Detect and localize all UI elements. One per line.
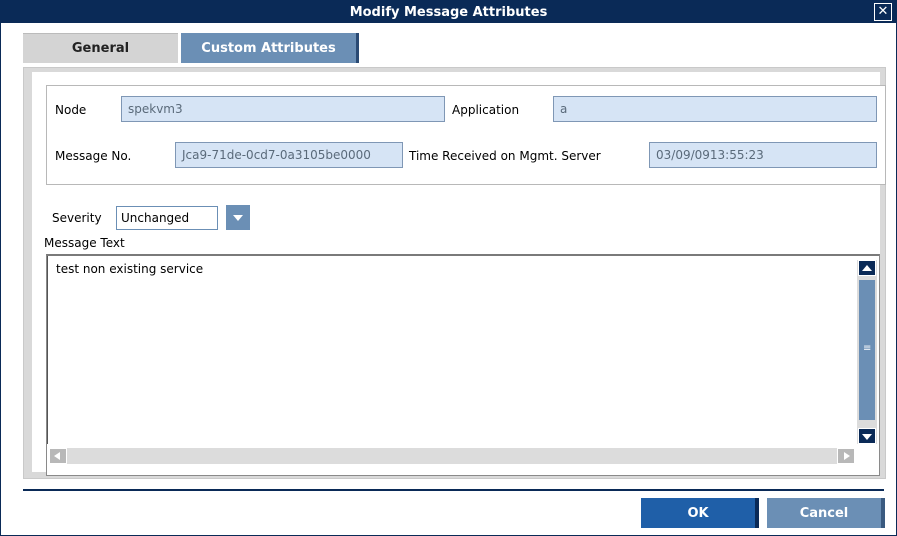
tab-strip: General Custom Attributes xyxy=(1,23,896,67)
title-bar: Modify Message Attributes ✕ xyxy=(1,1,896,23)
dialog-window: Modify Message Attributes ✕ General Cust… xyxy=(0,0,897,536)
vertical-scrollbar[interactable]: ≡ xyxy=(857,260,877,444)
application-field[interactable]: a xyxy=(553,96,877,122)
tab-general[interactable]: General xyxy=(23,33,178,63)
time-received-field[interactable]: 03/09/0913:55:23 xyxy=(649,142,877,168)
message-text-area-container: test non existing service ≡ xyxy=(46,254,880,476)
ok-button[interactable]: OK xyxy=(641,498,759,528)
scroll-left-icon[interactable] xyxy=(49,448,67,464)
message-info-group: Node spekvm3 Application a Message No. J… xyxy=(46,85,886,185)
application-label: Application xyxy=(452,103,520,117)
time-received-label: Time Received on Mgmt. Server xyxy=(409,149,601,163)
cancel-button[interactable]: Cancel xyxy=(767,498,885,528)
dialog-title: Modify Message Attributes xyxy=(349,4,548,20)
vertical-scroll-thumb[interactable]: ≡ xyxy=(859,280,875,420)
scroll-down-icon[interactable] xyxy=(858,428,876,444)
horizontal-scrollbar[interactable] xyxy=(49,448,855,464)
node-field[interactable]: spekvm3 xyxy=(121,96,445,122)
severity-label: Severity xyxy=(52,211,102,225)
tab-custom-attributes[interactable]: Custom Attributes xyxy=(181,33,359,63)
scroll-up-icon[interactable] xyxy=(858,260,876,276)
message-text-area[interactable]: test non existing service xyxy=(47,256,857,444)
footer-divider xyxy=(23,489,884,491)
scroll-right-icon[interactable] xyxy=(837,448,855,464)
grip-icon: ≡ xyxy=(863,343,872,354)
severity-select[interactable]: Unchanged xyxy=(116,206,218,230)
chevron-down-icon[interactable] xyxy=(226,205,250,230)
message-text-label: Message Text xyxy=(44,236,125,250)
message-no-field[interactable]: Jca9-71de-0cd7-0a3105be0000 xyxy=(175,142,403,168)
message-no-label: Message No. xyxy=(55,149,132,163)
general-panel: Node spekvm3 Application a Message No. J… xyxy=(23,67,886,479)
close-icon[interactable]: ✕ xyxy=(874,3,892,21)
node-label: Node xyxy=(55,103,87,117)
general-panel-content: Node spekvm3 Application a Message No. J… xyxy=(32,72,886,476)
